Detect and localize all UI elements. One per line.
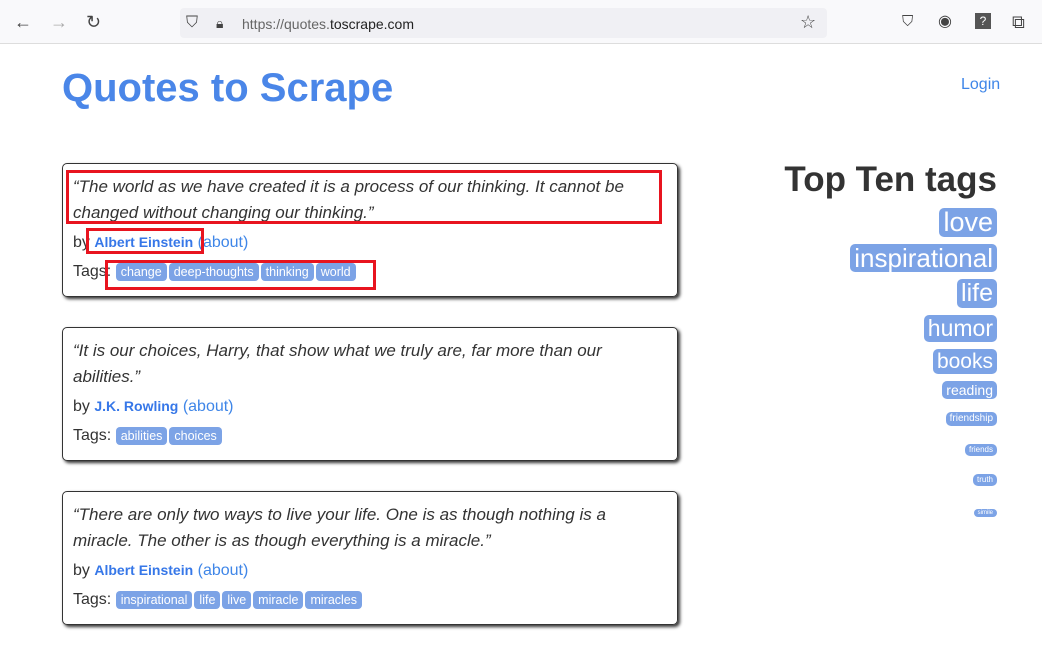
- top-tags-sidebar: Top Ten tags love inspirational life hum…: [784, 160, 997, 525]
- url-domain: toscrape.com: [329, 16, 414, 32]
- tag-link[interactable]: choices: [169, 427, 222, 445]
- tag-link[interactable]: live: [222, 591, 252, 609]
- about-link[interactable]: (about): [198, 562, 249, 579]
- tag-link[interactable]: miracles: [305, 591, 363, 609]
- tags-label: Tags:: [73, 427, 112, 444]
- quote-card: “It is our choices, Harry, that show wha…: [62, 327, 678, 461]
- about-link[interactable]: (about): [198, 234, 249, 251]
- top-tag-link[interactable]: friendship: [945, 412, 997, 426]
- quote-text: “There are only two ways to live your li…: [73, 505, 606, 550]
- url-prefix: https://quotes.: [242, 16, 330, 32]
- by-label: by: [73, 562, 90, 579]
- top-tag-link[interactable]: friends: [964, 444, 997, 456]
- author-link[interactable]: J.K. Rowling: [94, 398, 178, 414]
- back-icon[interactable]: ←: [14, 12, 32, 32]
- tags-label: Tags:: [73, 591, 112, 608]
- pocket-icon[interactable]: ⛉: [902, 12, 913, 32]
- account-icon[interactable]: ◉: [938, 12, 952, 32]
- highlight-box-author: [86, 228, 204, 254]
- tag-link[interactable]: abilities: [115, 427, 168, 445]
- highlight-box-tags: [105, 260, 376, 290]
- top-tag-link[interactable]: truth: [972, 474, 997, 486]
- reload-icon[interactable]: ↻: [86, 12, 101, 32]
- top-tag-link[interactable]: love: [939, 208, 997, 237]
- about-link[interactable]: (about): [183, 398, 234, 415]
- tag-link[interactable]: inspirational: [115, 591, 193, 609]
- lock-icon[interactable]: 🔒︎: [216, 13, 223, 33]
- highlight-box-quote: [66, 170, 662, 224]
- help-icon[interactable]: ?: [975, 13, 991, 29]
- author-link[interactable]: Albert Einstein: [94, 562, 193, 578]
- url-text[interactable]: https://quotes.toscrape.com: [242, 16, 414, 32]
- top-tag-link[interactable]: reading: [942, 381, 997, 399]
- tag-link[interactable]: life: [194, 591, 221, 609]
- shield-icon[interactable]: ⛉: [186, 13, 198, 33]
- site-title[interactable]: Quotes to Scrape: [62, 66, 393, 111]
- extensions-icon[interactable]: ⧉: [1012, 12, 1025, 32]
- quote-card: “There are only two ways to live your li…: [62, 491, 678, 625]
- bookmark-star-icon[interactable]: ☆: [800, 12, 816, 32]
- top-tag-link[interactable]: humor: [923, 315, 997, 342]
- top-tag-link[interactable]: life: [957, 279, 997, 308]
- top-tag-link[interactable]: books: [932, 349, 997, 374]
- forward-icon[interactable]: →: [50, 12, 68, 32]
- top-tags-heading: Top Ten tags: [784, 160, 997, 199]
- tag-link[interactable]: miracle: [253, 591, 304, 609]
- top-tag-link[interactable]: simile: [973, 509, 997, 517]
- by-label: by: [73, 398, 90, 415]
- top-tag-link[interactable]: inspirational: [850, 244, 997, 272]
- address-bar[interactable]: ⛉ 🔒︎ https://quotes.toscrape.com ☆: [180, 8, 827, 38]
- login-link[interactable]: Login: [961, 76, 1000, 94]
- browser-toolbar: ← → ↻ ⛉ 🔒︎ https://quotes.toscrape.com ☆…: [0, 0, 1042, 44]
- quote-text: “It is our choices, Harry, that show wha…: [73, 341, 602, 386]
